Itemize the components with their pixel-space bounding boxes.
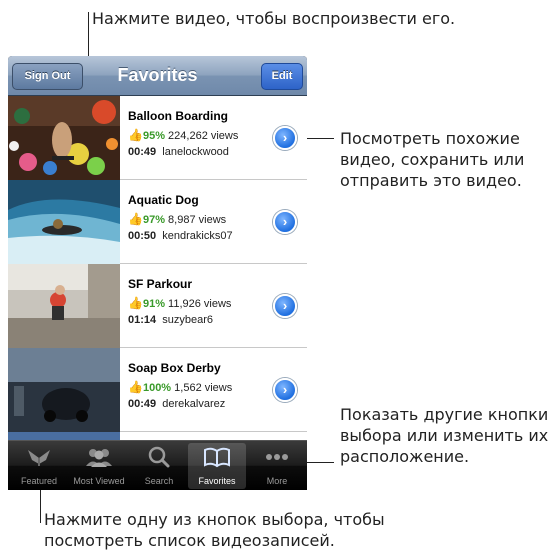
video-title: Balloon Boarding (128, 109, 228, 123)
list-item[interactable]: Soap Box Derby 👍100% 1,562 views 00:49 d… (8, 348, 307, 432)
callout-more-buttons: Показать другие кнопки выбора или измени… (340, 405, 549, 466)
video-author: lanelockwood (162, 146, 229, 158)
navigation-bar: Sign Out Favorites Edit (8, 56, 307, 96)
detail-disclosure-icon[interactable]: › (273, 378, 297, 402)
video-meta: 00:49 lanelockwood (128, 146, 229, 158)
video-duration: 00:50 (128, 230, 157, 242)
video-thumbnail[interactable] (8, 96, 120, 180)
rating-percent: 100% (142, 382, 172, 394)
thumbs-up-icon: 👍 (128, 128, 143, 142)
callout-tab-buttons: Нажмите одну из кнопок выбора, чтобы пос… (44, 510, 385, 550)
video-stats: 👍91% 11,926 views (128, 296, 231, 310)
tab-bar: Featured Most Viewed Search Favorites Mo… (8, 440, 307, 490)
view-count: 1,562 views (174, 382, 233, 394)
tab-search[interactable]: Search (130, 443, 188, 489)
favorites-book-icon (204, 447, 230, 468)
iphone-screen: Sign Out Favorites Edit Balloon Boarding… (8, 56, 307, 490)
more-dots-icon (266, 454, 288, 460)
detail-disclosure-icon[interactable]: › (273, 126, 297, 150)
tab-most-viewed[interactable]: Most Viewed (70, 443, 128, 489)
video-stats: 👍95% 224,262 views (128, 128, 238, 142)
video-author: suzybear6 (162, 314, 214, 326)
tab-favorites[interactable]: Favorites (188, 443, 246, 489)
video-list: Balloon Boarding 👍95% 224,262 views 00:4… (8, 96, 307, 444)
video-duration: 00:49 (128, 398, 157, 410)
detail-disclosure-icon[interactable]: › (273, 210, 297, 234)
rating-percent: 91% (142, 298, 165, 310)
list-item[interactable]: SF Parkour 👍91% 11,926 views 01:14 suzyb… (8, 264, 307, 348)
video-thumbnail[interactable] (8, 180, 120, 264)
list-item[interactable]: Balloon Boarding 👍95% 224,262 views 00:4… (8, 96, 307, 180)
tab-featured[interactable]: Featured (10, 443, 68, 489)
tab-label: Search (144, 476, 174, 486)
view-count: 8,987 views (168, 214, 227, 226)
video-thumbnail[interactable] (8, 264, 120, 348)
tab-label: Most Viewed (73, 476, 125, 486)
video-duration: 01:14 (128, 314, 157, 326)
featured-icon (28, 450, 50, 466)
view-count: 11,926 views (168, 298, 232, 310)
most-viewed-icon (86, 449, 112, 467)
video-duration: 00:49 (128, 146, 157, 158)
video-title: Aquatic Dog (128, 193, 199, 207)
list-item[interactable]: Aquatic Dog 👍97% 8,987 views 00:50 kendr… (8, 180, 307, 264)
video-meta: 00:49 derekalvarez (128, 398, 225, 410)
video-stats: 👍100% 1,562 views (128, 380, 232, 394)
video-meta: 01:14 suzybear6 (128, 314, 213, 326)
video-title: Soap Box Derby (128, 361, 221, 375)
tab-label: Featured (20, 476, 58, 486)
video-author: kendrakicks07 (162, 230, 233, 242)
tab-label: More (266, 476, 288, 486)
video-title: SF Parkour (128, 277, 193, 291)
rating-percent: 97% (142, 214, 165, 226)
tab-more[interactable]: More (248, 443, 306, 489)
detail-disclosure-icon[interactable]: › (273, 294, 297, 318)
thumbs-up-icon: 👍 (128, 380, 143, 394)
callout-detail-disclosure: Посмотреть похожие видео, сохранить или … (340, 129, 525, 190)
tab-label: Favorites (198, 476, 236, 486)
video-stats: 👍97% 8,987 views (128, 212, 226, 226)
video-thumbnail[interactable] (8, 348, 120, 432)
callout-play-video: Нажмите видео, чтобы воспроизвести его. (92, 9, 456, 28)
search-icon (148, 446, 170, 468)
thumbs-up-icon: 👍 (128, 296, 143, 310)
edit-button[interactable]: Edit (261, 63, 303, 90)
video-author: derekalvarez (162, 398, 226, 410)
thumbs-up-icon: 👍 (128, 212, 143, 226)
video-meta: 00:50 kendrakicks07 (128, 230, 233, 242)
rating-percent: 95% (142, 130, 165, 142)
view-count: 224,262 views (168, 130, 239, 142)
